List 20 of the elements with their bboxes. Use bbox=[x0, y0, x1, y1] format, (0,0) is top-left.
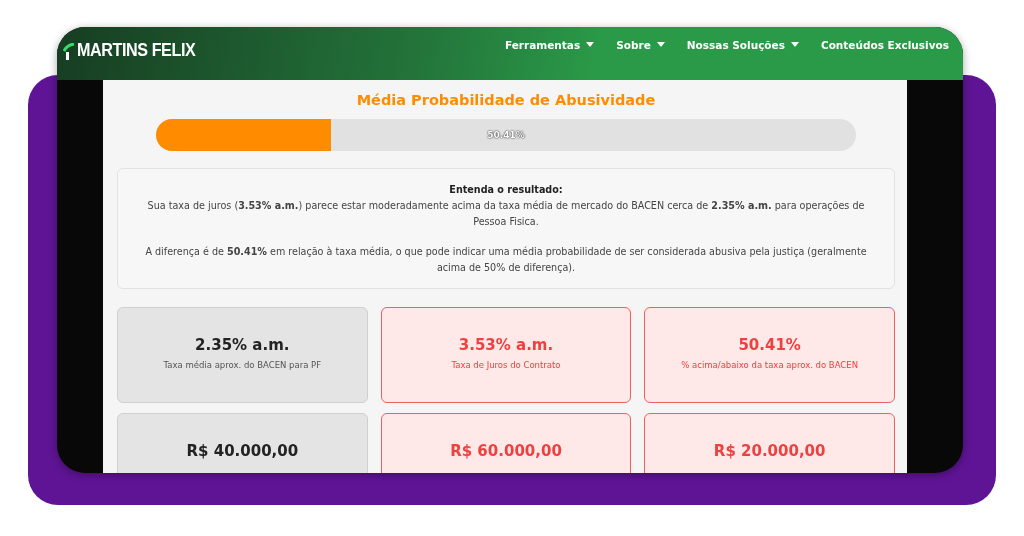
stat-value: 50.41% bbox=[738, 336, 801, 354]
stat-value: 2.35% a.m. bbox=[195, 336, 290, 354]
explanation-heading: Entenda o resultado: bbox=[449, 183, 563, 197]
nav-link[interactable]: Conteúdos Exclusivos bbox=[820, 38, 949, 51]
stat-label: Taxa de Juros do Contrato bbox=[451, 360, 561, 370]
stat-value: R$ 20.000,00 bbox=[713, 442, 826, 460]
stat-value: R$ 60.000,00 bbox=[450, 442, 562, 460]
nav-link[interactable]: Sobre bbox=[616, 38, 665, 51]
stat-label: Taxa média aprox. do BACEN para PF bbox=[163, 360, 322, 370]
nav-link[interactable]: Nossas Soluções bbox=[686, 38, 799, 51]
explanation-text: Sua taxa de juros (3.53% a.m.) parece estar moderadamente acima da taxa média de mercado do BACEN cerca de 2.35% a.m. para operações de Pessoa Fisica. bbox=[146, 199, 866, 229]
logo-mark-icon bbox=[63, 42, 75, 61]
stat-label: % acima/abaixo da taxa aprox. do BACEN bbox=[681, 360, 859, 370]
progress-reading: 50.41% bbox=[487, 130, 525, 140]
result-title: Média Probabilidade de Abusividade bbox=[356, 92, 656, 108]
nav-link[interactable]: Ferramentas bbox=[505, 38, 595, 51]
stat-value: R$ 40.000,00 bbox=[186, 442, 299, 460]
logo-text: MARTINS FELIX bbox=[77, 38, 196, 61]
explanation-text: A diferença é de 50.41% em relação à taxa média, o que pode indicar uma média probabilidade de ser considerada abusiva pela justiça (geralmente acima de 50% de diferença). bbox=[144, 245, 868, 275]
stat-value: 3.53% a.m. bbox=[458, 336, 554, 354]
